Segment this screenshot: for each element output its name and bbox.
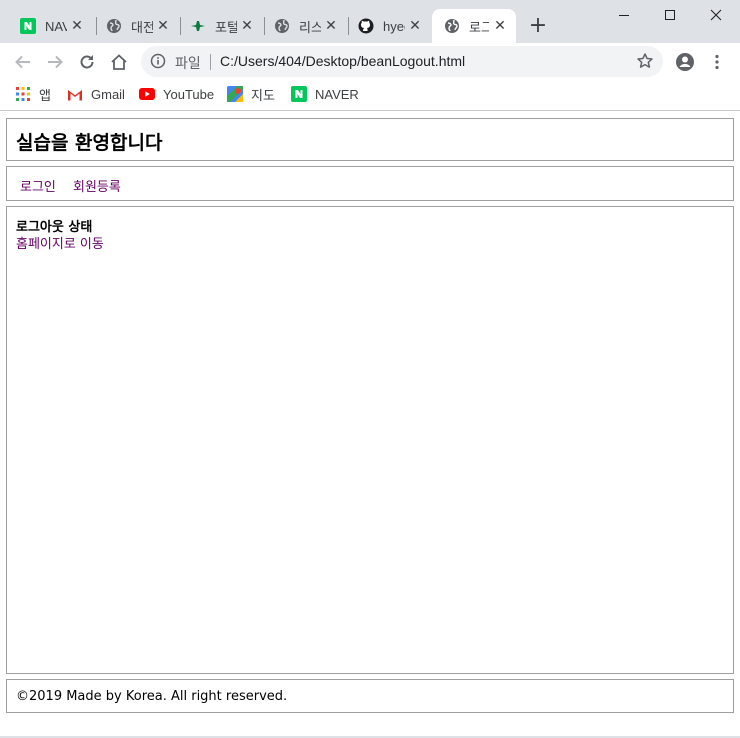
tab-portal[interactable]: 포털 ✕ (170, 9, 265, 43)
plane-icon (190, 18, 206, 34)
tab-daejeon[interactable]: 대전 ✕ (86, 9, 181, 43)
bookmark-label: NAVER (315, 86, 359, 102)
reload-icon (80, 55, 94, 69)
close-icon[interactable]: ✕ (323, 17, 339, 35)
page-title: 실습을 환영합니다 (16, 132, 163, 154)
forward-arrow-icon (48, 55, 63, 69)
tab-label: NAVER (45, 18, 67, 34)
reload-button[interactable] (75, 50, 99, 74)
bookmark-maps[interactable]: 지도 (227, 84, 275, 104)
browser-toolbar: 파일 C:/Users/404/Desktop/beanLogout.html (0, 43, 740, 80)
bookmark-star-icon[interactable] (636, 52, 654, 74)
bookmark-label: YouTube (163, 86, 215, 102)
home-icon (111, 54, 127, 70)
tab-list[interactable]: 리스 ✕ (254, 9, 349, 43)
bookmark-naver[interactable]: NAVER (291, 84, 359, 104)
close-icon[interactable]: ✕ (69, 17, 85, 35)
home-button[interactable] (107, 50, 131, 74)
minimize-button[interactable] (601, 5, 647, 25)
page-header: 실습을 환영합니다 (6, 118, 734, 161)
kebab-menu-icon (715, 54, 719, 70)
bookmark-gmail[interactable]: Gmail (67, 84, 125, 104)
tab-label: 리스 (299, 19, 321, 35)
maximize-button[interactable] (647, 5, 693, 25)
minimize-icon (619, 15, 629, 16)
tab-label: 대전 (131, 19, 153, 35)
login-link[interactable]: 로그인 (20, 176, 56, 195)
globe-icon (274, 18, 290, 34)
naver-icon (291, 86, 307, 102)
account-icon (676, 53, 694, 71)
register-link[interactable]: 회원등록 (73, 176, 121, 195)
youtube-icon (139, 86, 155, 102)
tab-label: 로그 (469, 19, 489, 35)
globe-icon (106, 18, 122, 34)
close-icon[interactable]: ✕ (407, 17, 423, 35)
tab-naver[interactable]: NAVER ✕ (0, 9, 95, 43)
maximize-icon (665, 10, 675, 20)
globe-icon (444, 18, 460, 34)
page-nav: 로그인 회원등록 (6, 166, 734, 201)
close-icon[interactable]: ✕ (492, 17, 508, 35)
page-main: 로그아웃 상태 홈페이지로 이동 (6, 206, 734, 674)
naver-icon (20, 18, 36, 34)
bookmark-apps[interactable]: 앱 (15, 84, 51, 104)
tab-logout-active[interactable]: 로그 ✕ (432, 9, 516, 43)
info-icon[interactable] (150, 53, 166, 73)
close-icon (710, 9, 722, 21)
back-arrow-icon (15, 55, 30, 69)
address-divider (210, 54, 211, 70)
maps-icon (227, 86, 243, 102)
scheme-label: 파일 (175, 56, 201, 72)
copyright-text: ©2019 Made by Korea. All right reserved. (16, 689, 288, 704)
bookmark-label: 앱 (39, 87, 51, 103)
tab-strip: NAVER ✕ 대전 ✕ 포털 ✕ 리스 ✕ hyeo ✕ (0, 0, 740, 43)
window-close-button[interactable] (693, 5, 739, 25)
bookmark-youtube[interactable]: YouTube (139, 84, 214, 104)
close-icon[interactable]: ✕ (155, 17, 171, 35)
apps-grid-icon (15, 86, 31, 102)
tab-label: 포털 (215, 19, 237, 35)
github-icon (358, 18, 374, 34)
back-button[interactable] (11, 50, 35, 74)
page-footer: ©2019 Made by Korea. All right reserved. (6, 679, 734, 713)
profile-button[interactable] (673, 50, 697, 74)
address-bar[interactable]: 파일 C:/Users/404/Desktop/beanLogout.html (141, 46, 663, 77)
gmail-icon (67, 86, 83, 102)
bookmark-label: Gmail (91, 86, 125, 102)
close-icon[interactable]: ✕ (239, 17, 255, 35)
tab-github[interactable]: hyeo ✕ (338, 9, 433, 43)
bookmark-label: 지도 (251, 87, 275, 103)
menu-button[interactable] (705, 50, 729, 74)
tab-label: hyeo (383, 18, 405, 34)
bookmarks-bar: 앱 Gmail YouTube 지도 NAVER (0, 80, 740, 111)
forward-button[interactable] (43, 50, 67, 74)
homepage-link[interactable]: 홈페이지로 이동 (16, 233, 104, 252)
url-text[interactable]: C:/Users/404/Desktop/beanLogout.html (220, 53, 465, 69)
new-tab-button[interactable]: + (527, 15, 549, 37)
